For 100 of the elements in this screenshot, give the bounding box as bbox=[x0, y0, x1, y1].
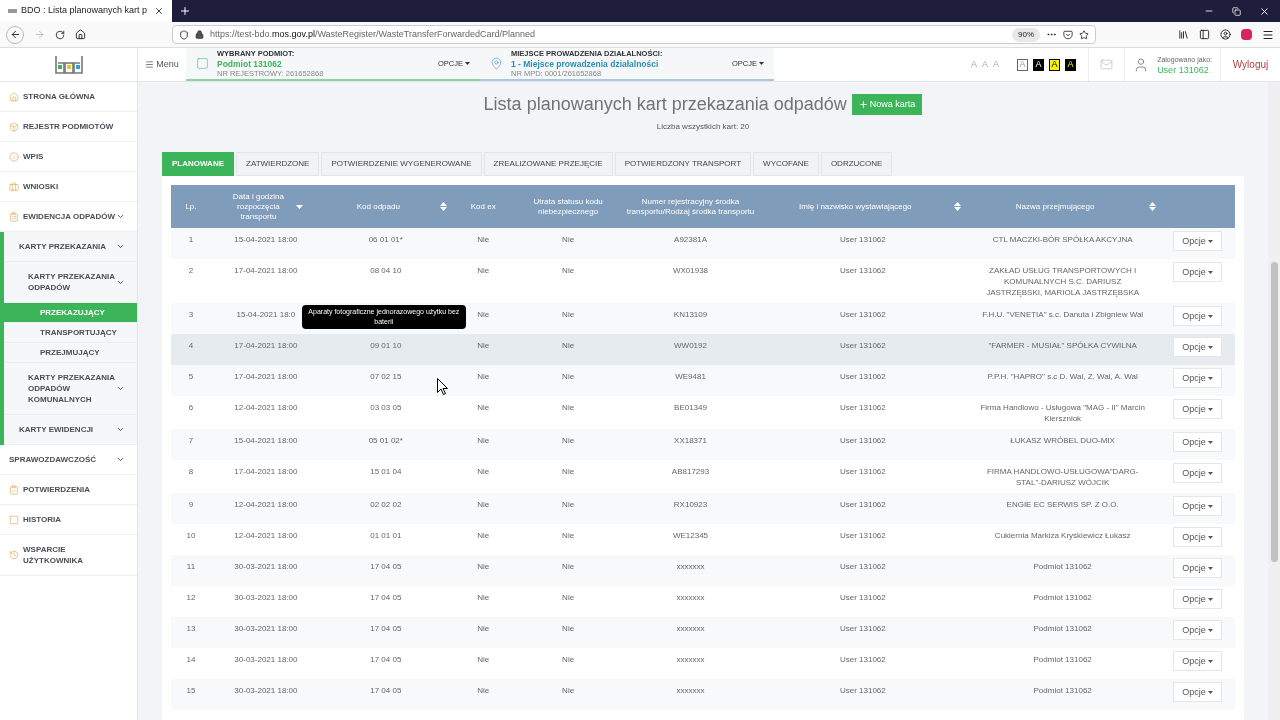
table-cell-text: ŁUKASZ WRÓBEL DUO-MIX bbox=[1009, 435, 1116, 446]
table-cell: Nie bbox=[562, 531, 575, 540]
sidebar-item[interactable]: KARTY PRZEKAZANIA ODPADÓW bbox=[4, 262, 137, 303]
table-cell: WE12345 bbox=[672, 531, 709, 540]
bookmark-star-icon[interactable] bbox=[1079, 29, 1089, 40]
library-icon[interactable] bbox=[1178, 29, 1189, 40]
table-row[interactable]: 9 12-04-2021 18:00 02 02 02 Nie Nie RX10923 User 131062 ENGIE EC SERWIS SP. Z O.O. Opcje bbox=[171, 493, 1235, 524]
table-row[interactable]: 5 17-04-2021 18:00 07 02 15 Nie Nie WE9481 User 131062 P.P.H. "HAPRO" s.c D. Wal, Z. Wal, A. Wal Opcje bbox=[171, 365, 1235, 396]
table-cell: User 131062 bbox=[839, 310, 886, 319]
options-button[interactable]: Opcje bbox=[1173, 432, 1222, 452]
address-bar[interactable]: https://test-bdo.mos.gov.pl/WasteRegister/WasteTransferForwardedCard/Planned 90% bbox=[172, 25, 1096, 44]
card-count: Liczba wszystkich kart: 20 bbox=[656, 121, 750, 133]
table-cell: xxxxxxx bbox=[676, 624, 705, 633]
browser-tab[interactable]: BDO : Lista planowanych kart p bbox=[0, 0, 172, 22]
table-cell: 30-03-2021 18:00 bbox=[234, 593, 298, 602]
options-button[interactable]: Opcje bbox=[1173, 527, 1222, 547]
table-row[interactable]: 4 17-04-2021 18:00 09 01 10 Nie Nie WW0192 User 131062 "FARMER - MUSIAŁ" SPÓŁKA CYWILNA Opcje bbox=[171, 334, 1235, 365]
zoom-level[interactable]: 90% bbox=[1012, 27, 1040, 42]
options-button[interactable]: Opcje bbox=[1173, 463, 1222, 483]
account-icon[interactable] bbox=[1220, 29, 1231, 40]
table-cell: 11 bbox=[186, 562, 196, 571]
table-cell: Nie bbox=[477, 310, 490, 319]
table-cell: User 131062 bbox=[839, 403, 886, 412]
table-cell: 17-04-2021 18:00 bbox=[234, 372, 298, 381]
table-cell-text: Firma Handlowo - Usługowa "MAG - II" Marcin Kierszniok bbox=[979, 402, 1146, 424]
table-cell: Nie bbox=[562, 593, 575, 602]
table-cell: RX10923 bbox=[673, 500, 708, 509]
sort-icon[interactable] bbox=[1149, 202, 1156, 211]
sidebar-item[interactable]: TRANSPORTUJĄCY bbox=[4, 323, 137, 343]
close-icon[interactable] bbox=[1259, 5, 1270, 17]
table-cell: A92381A bbox=[674, 235, 707, 244]
table-row[interactable]: 15 30-03-2021 18:00 17 04 05 Nie Nie xxxxxxx User 131062 Podmiot 131062 Opcje bbox=[171, 679, 1235, 710]
caret-icon bbox=[1207, 566, 1213, 570]
table-cell-text: Podmiot 131062 bbox=[1032, 561, 1093, 572]
caret-icon bbox=[1207, 597, 1213, 601]
options-button[interactable]: Opcje bbox=[1173, 368, 1222, 388]
table-cell: Nie bbox=[562, 436, 575, 445]
scrollbar[interactable] bbox=[1268, 82, 1280, 720]
table-cell: 4 bbox=[188, 341, 194, 350]
contrast-button[interactable]: A bbox=[1065, 58, 1077, 71]
table-cell: Nie bbox=[562, 624, 575, 633]
caret-icon bbox=[1207, 270, 1213, 274]
status-tab[interactable]: ZREALIZOWANE PRZEJĘCIE bbox=[483, 152, 613, 176]
sort-desc-icon[interactable] bbox=[296, 204, 304, 209]
logout-link[interactable]: Wyloguj bbox=[1220, 48, 1280, 81]
status-tab[interactable]: ZATWIERDZONE bbox=[236, 152, 320, 176]
status-tab[interactable]: ODRZUCONE bbox=[820, 152, 893, 176]
status-tab[interactable]: POTWIERDZONY TRANSPORT bbox=[614, 152, 752, 176]
close-tab-icon[interactable] bbox=[154, 6, 164, 16]
table-cell: 12-04-2021 18:00 bbox=[234, 531, 298, 540]
sort-icon[interactable] bbox=[439, 202, 447, 211]
table-row[interactable]: 7 15-04-2021 18:00 05 01 02* Nie Nie XX18371 User 131062 ŁUKASZ WRÓBEL DUO-MIX Opcje bbox=[171, 429, 1235, 460]
options-button[interactable]: Opcje bbox=[1173, 682, 1222, 702]
menu-button[interactable]: Menu bbox=[138, 48, 186, 81]
options-button[interactable]: Opcje bbox=[1173, 589, 1222, 609]
sidebar-icon[interactable] bbox=[1199, 29, 1210, 40]
options-button[interactable]: Opcje bbox=[1173, 337, 1222, 357]
table-cell: 5 bbox=[188, 372, 194, 381]
table-cell: User 131062 bbox=[839, 655, 886, 664]
table-cell: 06 01 01* bbox=[368, 235, 403, 244]
options-button[interactable]: Opcje bbox=[1173, 399, 1222, 419]
table-cell: Nie bbox=[477, 341, 490, 350]
table-cell: xxxxxxx bbox=[676, 562, 705, 571]
reload-icon[interactable] bbox=[55, 29, 65, 40]
options-button[interactable]: Opcje bbox=[1173, 651, 1222, 671]
table-cell: xxxxxxx bbox=[676, 686, 705, 695]
logo[interactable] bbox=[54, 55, 83, 74]
contrast-button[interactable]: A bbox=[1049, 58, 1061, 71]
table-row[interactable]: 1 15-04-2021 18:00 06 01 01* Nie Nie A92381A User 131062 CTL MACZKI-BÓR SPÓŁKA AKCYJNA Opcje bbox=[171, 228, 1235, 259]
table-cell: 17-04-2021 18:00 bbox=[234, 467, 298, 476]
options-button[interactable]: Opcje bbox=[1173, 620, 1222, 640]
sidebar-item[interactable]: KARTY EWIDENCJI bbox=[4, 415, 137, 445]
sidebar-item[interactable]: PRZEJMUJĄCY bbox=[4, 343, 137, 363]
table-cell: Nie bbox=[477, 403, 490, 412]
status-tab[interactable]: POTWIERDZENIE WYGENEROWANE bbox=[321, 152, 482, 176]
table-cell-text: Cukiernia Markiza Kryśkiewicz Łukasz bbox=[993, 530, 1132, 541]
options-button[interactable]: Opcje bbox=[1173, 558, 1222, 578]
sidebar-item[interactable]: KARTY PRZEKAZANIA ODPADÓW KOMUNALNYCH bbox=[4, 363, 137, 415]
table-cell: AB817293 bbox=[671, 467, 710, 476]
table-row[interactable]: 13 30-03-2021 18:00 17 04 05 Nie Nie xxxxxxx User 131062 Podmiot 131062 Opcje bbox=[171, 617, 1235, 648]
contrast-button[interactable]: A bbox=[1033, 58, 1045, 71]
pocket-icon[interactable] bbox=[1063, 29, 1073, 40]
home-icon[interactable] bbox=[75, 29, 86, 40]
table-cell: User 131062 bbox=[839, 372, 886, 381]
options-button[interactable]: Opcje bbox=[1173, 496, 1222, 516]
table-cell: Nie bbox=[562, 467, 575, 476]
table-row[interactable]: 11 30-03-2021 18:00 17 04 05 Nie Nie xxxxxxx User 131062 Podmiot 131062 Opcje bbox=[171, 555, 1235, 586]
chevron-icon bbox=[116, 455, 125, 464]
table-cell: 17 04 05 bbox=[370, 593, 402, 602]
options-button[interactable]: Opcje bbox=[1173, 306, 1222, 326]
options-button[interactable]: Opcje bbox=[1173, 231, 1222, 251]
new-tab-icon[interactable] bbox=[179, 5, 191, 17]
caret-icon bbox=[1207, 376, 1213, 380]
status-tab[interactable]: WYCOFANE bbox=[753, 152, 819, 176]
restore-icon[interactable] bbox=[1232, 6, 1241, 16]
sort-icon[interactable] bbox=[954, 202, 962, 211]
table-cell: 03 03 05 bbox=[370, 403, 402, 412]
extension-icon[interactable] bbox=[1241, 29, 1252, 40]
sidebar-item[interactable]: KARTY PRZEKAZANIA bbox=[4, 232, 137, 262]
options-button[interactable]: Opcje bbox=[1173, 262, 1222, 282]
